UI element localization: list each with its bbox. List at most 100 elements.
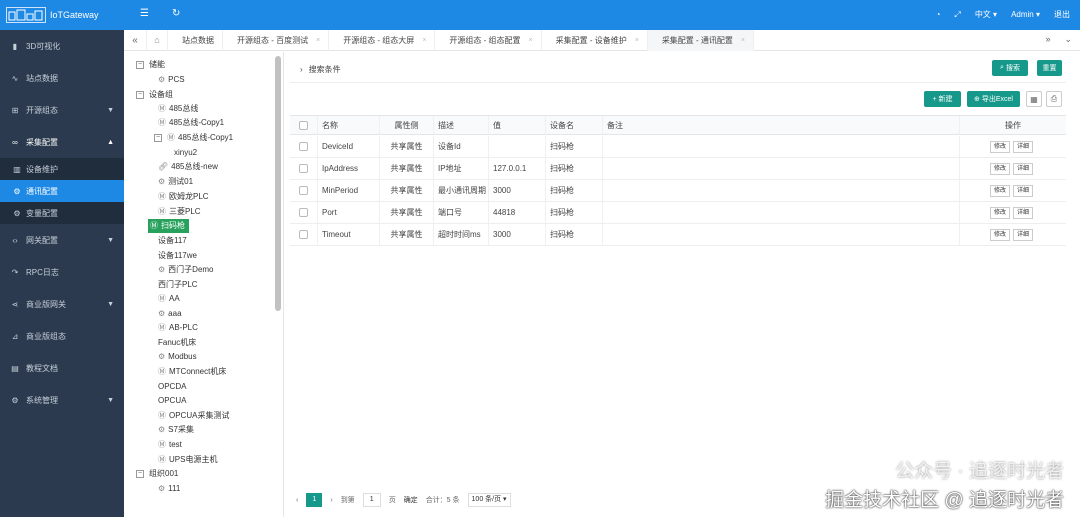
- language-select[interactable]: 中文 ▾: [975, 9, 997, 20]
- sidebar-item-comm-config[interactable]: ⚙ 通讯配置: [0, 180, 124, 202]
- sidebar-item-biz-gateway[interactable]: ⋖ 商业版网关 ▼: [0, 288, 124, 320]
- edit-button[interactable]: 修改: [989, 206, 1010, 219]
- next-page-icon[interactable]: ›: [330, 497, 332, 504]
- sidebar-item-3d[interactable]: ▮ 3D可视化: [0, 30, 124, 62]
- sidebar-item-biz-config[interactable]: ⊿ 商业版组态: [0, 320, 124, 352]
- tree-scrollbar[interactable]: [275, 56, 281, 311]
- sidebar-item-var-config[interactable]: ⚙ 变量配置: [0, 202, 124, 224]
- row-checkbox[interactable]: [299, 186, 308, 195]
- page-input[interactable]: 1: [362, 493, 381, 507]
- logout-link[interactable]: 退出: [1054, 9, 1070, 20]
- edit-button[interactable]: 修改: [989, 184, 1010, 197]
- tree-node[interactable]: ⚙ PCS: [158, 73, 185, 87]
- edit-button[interactable]: 修改: [989, 228, 1010, 241]
- collapse-icon[interactable]: −: [136, 61, 144, 69]
- tab-baidu-test[interactable]: 开源组态 - 百度测试 ×: [223, 29, 330, 51]
- tree-node[interactable]: OPCUA: [158, 394, 186, 408]
- theme-icon[interactable]: ◔: [936, 10, 941, 19]
- tree-node[interactable]: Ⓜtest: [158, 438, 182, 452]
- refresh-icon[interactable]: ↻: [172, 8, 180, 19]
- detail-button[interactable]: 详细: [1013, 184, 1034, 197]
- tab-site-data[interactable]: 站点数据: [168, 29, 223, 51]
- print-button[interactable]: ⎙: [1046, 91, 1062, 107]
- search-conditions[interactable]: › 搜索条件: [290, 60, 1060, 78]
- menu-toggle-icon[interactable]: ☰: [140, 8, 149, 19]
- edit-button[interactable]: 修改: [989, 162, 1010, 175]
- row-checkbox[interactable]: [299, 230, 308, 239]
- sidebar-item-system[interactable]: ⚙ 系统管理 ▼: [0, 384, 124, 416]
- reset-button[interactable]: 重置: [1037, 60, 1062, 76]
- tree-node-org[interactable]: − 组织001: [136, 467, 178, 481]
- column-header[interactable]: 名称: [318, 116, 380, 134]
- app-logo[interactable]: IoTGateway: [0, 0, 124, 30]
- tab-big-screen[interactable]: 开源组态 - 组态大屏 ×: [329, 29, 436, 51]
- close-icon[interactable]: ×: [422, 30, 426, 51]
- tree-node[interactable]: Ⓜ 485总线-Copy1: [158, 116, 224, 130]
- tree-node-storage[interactable]: − 储能: [136, 58, 165, 72]
- tree-node[interactable]: ⚙ aaa: [158, 307, 182, 321]
- collapse-icon[interactable]: −: [136, 91, 144, 99]
- table-row[interactable]: Timeout 共享属性 超时时间ms 3000 扫码枪 修改 详细: [290, 224, 1066, 246]
- tree-node[interactable]: ⚙ 西门子Demo: [158, 263, 214, 277]
- tree-node[interactable]: 设备117: [158, 234, 187, 248]
- prev-page-icon[interactable]: ‹: [296, 497, 298, 504]
- tree-node[interactable]: ⚙ 测试01: [158, 175, 193, 189]
- tabs-next-icon[interactable]: »: [1045, 34, 1050, 45]
- column-header[interactable]: 属性侧: [380, 116, 434, 134]
- tree-node[interactable]: Ⓜ 欧姆龙PLC: [158, 190, 209, 204]
- column-header[interactable]: 操作: [960, 116, 1066, 134]
- sidebar-item-device-maintain[interactable]: ▥ 设备维护: [0, 158, 124, 180]
- table-row[interactable]: DeviceId 共享属性 设备Id 扫码枪 修改 详细: [290, 136, 1066, 158]
- row-checkbox[interactable]: [299, 142, 308, 151]
- detail-button[interactable]: 详细: [1013, 162, 1034, 175]
- edit-button[interactable]: 修改: [989, 140, 1010, 153]
- user-menu[interactable]: Admin ▾: [1011, 10, 1040, 19]
- search-button[interactable]: ⌕ 搜索: [992, 60, 1028, 76]
- sidebar-item-collect-config[interactable]: ∞ 采集配置 ▲: [0, 126, 124, 158]
- tree-node[interactable]: Ⓜ 三菱PLC: [158, 205, 201, 219]
- collapse-icon[interactable]: −: [154, 134, 162, 142]
- table-row[interactable]: IpAddress 共享属性 IP地址 127.0.0.1 扫码枪 修改 详细: [290, 158, 1066, 180]
- collapse-icon[interactable]: −: [136, 470, 144, 478]
- table-row[interactable]: Port 共享属性 端口号 44818 扫码枪 修改 详细: [290, 202, 1066, 224]
- detail-button[interactable]: 详细: [1013, 140, 1034, 153]
- column-header[interactable]: 描述: [434, 116, 489, 134]
- page-size-select[interactable]: 100 条/页 ▾: [467, 493, 511, 507]
- tree-node[interactable]: Ⓜ 485总线: [158, 102, 198, 116]
- tree-node[interactable]: Ⓜ OPCUA采集测试: [158, 409, 229, 423]
- sidebar-item-open-config[interactable]: ⊞ 开源组态 ▼: [0, 94, 124, 126]
- tree-node[interactable]: Ⓜ AA: [158, 292, 180, 306]
- tree-node[interactable]: xinyu2: [174, 146, 197, 160]
- tree-node[interactable]: 设备117we: [158, 249, 197, 263]
- select-all-checkbox[interactable]: [299, 120, 308, 130]
- tree-node[interactable]: Ⓜ UPS电源主机: [158, 453, 217, 467]
- tabs-menu-icon[interactable]: ⌄: [1064, 34, 1072, 45]
- tabs-prev-icon[interactable]: «: [124, 35, 146, 46]
- sidebar-item-docs[interactable]: ▤ 教程文档: [0, 352, 124, 384]
- export-excel-button[interactable]: ⊕ 导出Excel: [967, 91, 1020, 107]
- tab-config[interactable]: 开源组态 - 组态配置 ×: [435, 29, 542, 51]
- close-icon[interactable]: ×: [741, 30, 745, 51]
- close-icon[interactable]: ×: [316, 30, 320, 51]
- tree-node-device-group[interactable]: − 设备组: [136, 88, 173, 102]
- table-row[interactable]: MinPeriod 共享属性 最小通讯周期 3000 扫码枪 修改 详细: [290, 180, 1066, 202]
- tree-node[interactable]: 🔗︎ 485总线-new: [158, 160, 218, 174]
- sidebar-item-site-data[interactable]: ∿ 站点数据: [0, 62, 124, 94]
- new-button[interactable]: + 新建: [924, 91, 961, 107]
- column-header[interactable]: 备注: [603, 116, 960, 134]
- home-icon[interactable]: ⌂: [146, 29, 168, 51]
- tree-node[interactable]: − Ⓜ 485总线-Copy1: [154, 131, 233, 145]
- tree-node[interactable]: ⚙ Modbus: [158, 350, 197, 364]
- tree-node[interactable]: Ⓜ AB-PLC: [158, 321, 198, 335]
- confirm-page-button[interactable]: 确定: [404, 495, 418, 505]
- tree-node[interactable]: Ⓜ MTConnect机床: [158, 365, 226, 379]
- tab-comm-config[interactable]: 采集配置 - 通讯配置 ×: [647, 29, 755, 51]
- tree-node[interactable]: Fanuc机床: [158, 336, 196, 350]
- detail-button[interactable]: 详细: [1013, 228, 1034, 241]
- row-checkbox[interactable]: [299, 208, 308, 217]
- tree-node[interactable]: OPCDA: [158, 380, 186, 394]
- tree-node[interactable]: ⚙ S7采集: [158, 423, 194, 437]
- tree-node[interactable]: ⚙ 111: [158, 482, 180, 496]
- tree-node-selected[interactable]: Ⓜ 扫码枪: [148, 219, 189, 233]
- close-icon[interactable]: ×: [635, 30, 639, 51]
